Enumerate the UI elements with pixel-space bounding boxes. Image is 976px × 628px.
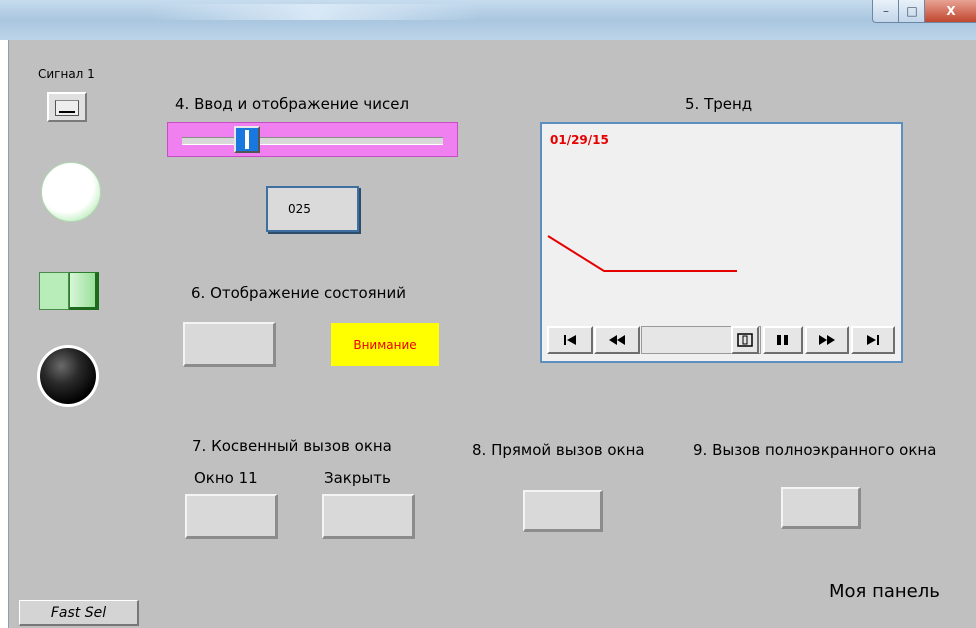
section4-title: 4. Ввод и отображение чисел <box>175 95 410 113</box>
signal-button[interactable] <box>47 92 87 122</box>
warning-indicator: Внимание <box>331 323 439 366</box>
numeric-display[interactable]: 025 <box>266 186 359 232</box>
panel-client-area: Сигнал 1 4. Ввод и отображение чисел 025… <box>8 40 976 628</box>
fast-sel-label: Fast Sel <box>50 604 107 621</box>
trend-chart: 01/29/15 <box>540 122 903 363</box>
close-icon: X <box>946 4 956 18</box>
section5-title: 5. Тренд <box>685 95 753 113</box>
state-indicator[interactable] <box>183 322 276 367</box>
window11-label: Окно 11 <box>194 469 258 487</box>
close-window-panel-button[interactable] <box>322 494 415 539</box>
trend-plot <box>547 235 737 272</box>
pause-icon <box>777 335 788 345</box>
toggle-switch[interactable] <box>39 272 101 312</box>
signal-lamp-white <box>41 162 101 222</box>
signal-button-face <box>55 100 79 116</box>
trend-pause-button[interactable] <box>763 326 803 354</box>
skip-end-icon <box>867 335 879 345</box>
trend-line <box>547 235 737 272</box>
trend-first-button[interactable] <box>547 326 593 354</box>
rewind-icon <box>609 335 625 345</box>
slider-thumb[interactable] <box>234 126 260 153</box>
title-glare <box>150 4 480 20</box>
fast-sel-button[interactable]: Fast Sel <box>19 600 139 626</box>
trend-cursor-button[interactable] <box>731 326 759 354</box>
warning-label: Внимание <box>353 337 417 352</box>
minimize-icon: – <box>883 4 889 18</box>
skip-start-icon <box>564 335 576 345</box>
numeric-value: 025 <box>288 202 311 216</box>
open-window11-button[interactable] <box>185 494 278 539</box>
signal-lamp-black <box>37 345 99 407</box>
maximize-icon: □ <box>906 4 918 18</box>
minimize-button[interactable]: – <box>872 0 900 23</box>
direct-window-button[interactable] <box>523 490 603 532</box>
section7-title: 7. Косвенный вызов окна <box>192 437 392 455</box>
maximize-button[interactable]: □ <box>898 0 926 23</box>
title-bar: – □ X <box>0 0 976 40</box>
trend-last-button[interactable] <box>851 326 895 354</box>
value-slider[interactable] <box>167 122 458 157</box>
trend-forward-button[interactable] <box>805 326 849 354</box>
trend-rewind-button[interactable] <box>594 326 640 354</box>
signal-button-bar <box>59 111 75 113</box>
section6-title: 6. Отображение состояний <box>191 284 406 302</box>
section8-title: 8. Прямой вызов окна <box>472 441 645 459</box>
cursor-icon <box>737 333 753 347</box>
close-window-button[interactable]: X <box>924 0 976 23</box>
fast-forward-icon <box>819 335 835 345</box>
signal-label: Сигнал 1 <box>38 67 95 81</box>
section9-title: 9. Вызов полноэкранного окна <box>693 441 937 459</box>
panel-name: Моя панель <box>829 581 940 602</box>
close-label: Закрыть <box>324 469 391 487</box>
slider-track <box>182 137 443 145</box>
fullscreen-window-button[interactable] <box>781 487 861 529</box>
